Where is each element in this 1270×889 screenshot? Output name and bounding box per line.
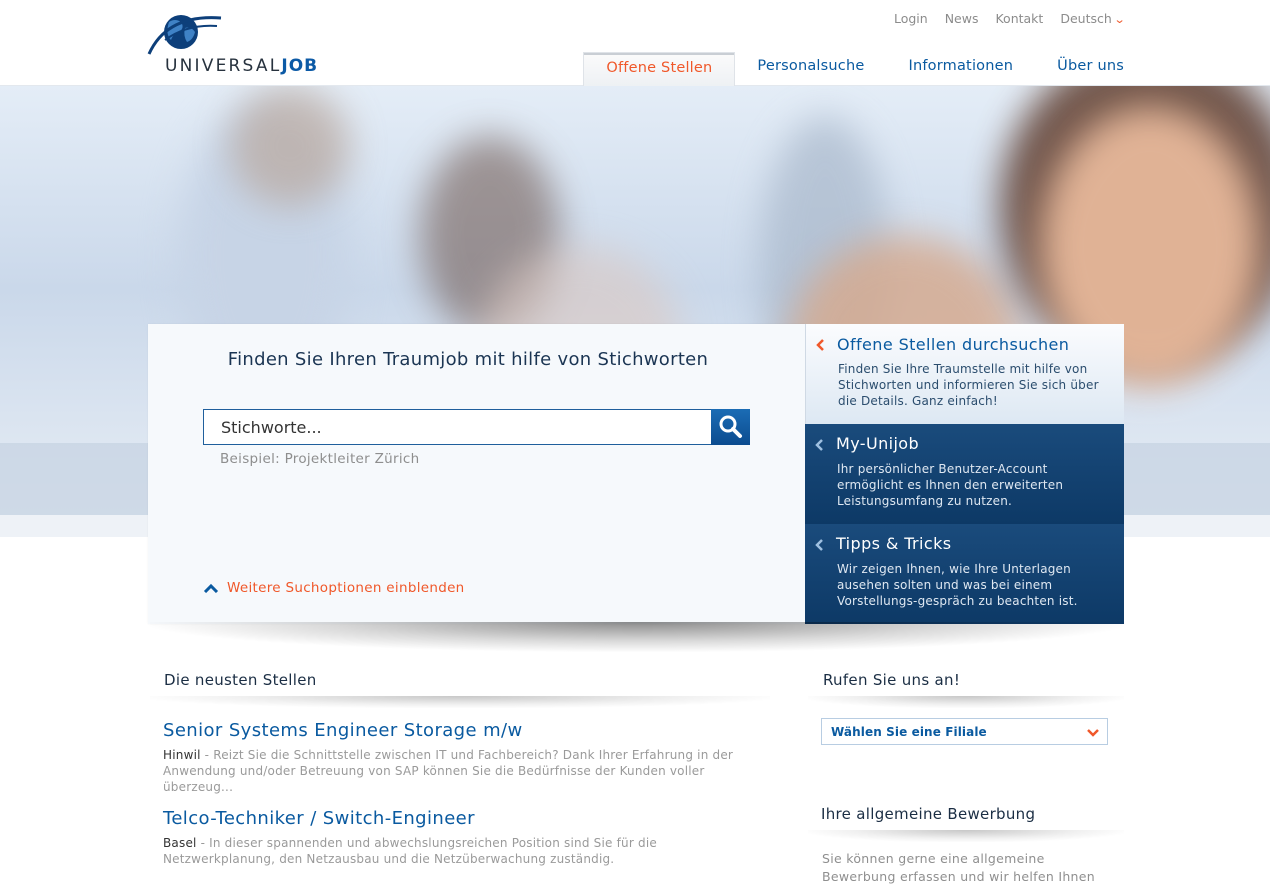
tab-title: Tipps & Tricks <box>836 534 952 553</box>
job-location: Hinwil <box>163 748 201 762</box>
tab-description: Ihr persönlicher Benutzer-Account ermögl… <box>837 462 1064 508</box>
chevron-left-icon <box>815 539 823 551</box>
job-location: Basel <box>163 836 197 850</box>
general-application-heading: Ihre allgemeine Bewerbung <box>821 805 1036 823</box>
search-panel: Finden Sie Ihren Traumjob mit hilfe von … <box>148 324 805 624</box>
nav-personalsuche[interactable]: Personalsuche <box>735 52 886 86</box>
job-title-link[interactable]: Telco-Techniker / Switch-Engineer <box>163 808 763 829</box>
general-application-text: Sie können gerne eine allgemeine Bewerbu… <box>822 851 1095 889</box>
job-teaser: - Reizt Sie die Schnittstelle zwischen I… <box>163 748 734 794</box>
chevron-up-icon <box>203 583 219 593</box>
chevron-down-icon <box>1087 729 1099 737</box>
news-link[interactable]: News <box>945 11 979 26</box>
nav-offene-stellen[interactable]: Offene Stellen <box>583 52 736 86</box>
search-example-hint: Beispiel: Projektleiter Zürich <box>220 451 420 467</box>
site-header: UNIVERSALJOB Login News Kontakt Deutsch ⌄… <box>0 0 1270 86</box>
search-button[interactable] <box>711 409 750 445</box>
tab-description: Finden Sie Ihre Traumstelle mit hilfe vo… <box>838 362 1099 408</box>
section-divider <box>150 696 770 708</box>
nav-ueber-uns[interactable]: Über uns <box>1035 52 1124 86</box>
job-teaser: - In dieser spannenden und abwechslungsr… <box>163 836 657 866</box>
search-field-wrapper <box>203 409 712 445</box>
tab-title: My-Unijob <box>836 434 920 453</box>
language-label: Deutsch <box>1060 11 1112 26</box>
tab-my-unijob[interactable]: My-Unijob Ihr persönlicher Benutzer-Acco… <box>805 424 1124 524</box>
tab-title: Offene Stellen durchsuchen <box>837 335 1070 354</box>
job-description: Hinwil - Reizt Sie die Schnittstelle zwi… <box>163 747 763 795</box>
chevron-down-icon: ⌄ <box>1113 13 1126 26</box>
top-navigation: Login News Kontakt Deutsch ⌄ <box>894 11 1126 26</box>
more-search-options-toggle[interactable]: Weitere Suchoptionen einblenden <box>203 580 465 596</box>
panel-shadow <box>150 622 1125 652</box>
job-title-link[interactable]: Senior Systems Engineer Storage m/w <box>163 720 763 741</box>
chevron-left-icon <box>815 439 823 451</box>
tab-description: Wir zeigen Ihnen, wie Ihre Unterlagen au… <box>837 562 1078 608</box>
section-divider <box>808 830 1124 842</box>
chevron-left-icon <box>816 339 824 351</box>
nav-informationen[interactable]: Informationen <box>887 52 1036 86</box>
branch-select-value: Wählen Sie eine Filiale <box>831 725 987 739</box>
latest-jobs-heading: Die neusten Stellen <box>164 671 317 689</box>
branch-select[interactable]: Wählen Sie eine Filiale <box>821 718 1108 745</box>
job-description: Basel - In dieser spannenden und abwechs… <box>163 835 763 867</box>
search-title: Finden Sie Ihren Traumjob mit hilfe von … <box>227 349 709 370</box>
logo-wordmark: UNIVERSALJOB <box>165 56 319 76</box>
login-link[interactable]: Login <box>894 11 928 26</box>
contact-link[interactable]: Kontakt <box>995 11 1043 26</box>
job-listing: Telco-Techniker / Switch-Engineer Basel … <box>163 808 763 867</box>
main-navigation: Offene Stellen Personalsuche Information… <box>583 52 1124 86</box>
universaljob-logo[interactable]: UNIVERSALJOB <box>147 10 317 78</box>
tab-offene-stellen-durchsuchen[interactable]: Offene Stellen durchsuchen Finden Sie Ih… <box>805 324 1124 424</box>
language-selector[interactable]: Deutsch ⌄ <box>1060 11 1126 26</box>
search-input[interactable] <box>204 410 711 444</box>
globe-logo-icon <box>147 15 222 55</box>
tab-tipps-tricks[interactable]: Tipps & Tricks Wir zeigen Ihnen, wie Ihr… <box>805 524 1124 624</box>
section-divider <box>808 696 1124 708</box>
job-listing: Senior Systems Engineer Storage m/w Hinw… <box>163 720 763 795</box>
search-icon <box>719 415 742 438</box>
more-search-options-label: Weitere Suchoptionen einblenden <box>227 580 465 596</box>
side-tabs: Offene Stellen durchsuchen Finden Sie Ih… <box>805 324 1124 624</box>
call-us-heading: Rufen Sie uns an! <box>823 671 961 689</box>
